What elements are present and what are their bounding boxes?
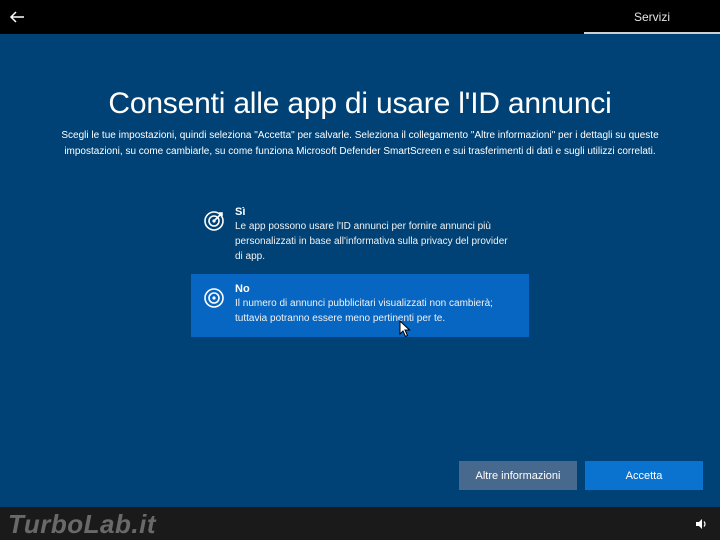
more-info-button[interactable]: Altre informazioni xyxy=(459,461,577,490)
tab-services[interactable]: Servizi xyxy=(584,0,720,34)
target-icon xyxy=(203,287,225,309)
option-no-title: No xyxy=(235,282,515,296)
page-description: Scegli le tue impostazioni, quindi selez… xyxy=(40,128,680,160)
option-yes[interactable]: Sì Le app possono usare l'ID annunci per… xyxy=(191,197,529,269)
back-button[interactable] xyxy=(6,6,28,28)
arrow-left-icon xyxy=(6,6,28,28)
top-bar: Servizi xyxy=(0,0,720,34)
tab-services-label: Servizi xyxy=(584,10,720,24)
option-yes-title: Sì xyxy=(235,205,515,219)
mouse-cursor-icon xyxy=(399,320,411,338)
tab-underline xyxy=(584,32,720,34)
volume-button[interactable] xyxy=(695,517,709,529)
volume-icon xyxy=(695,518,709,530)
option-yes-description: Le app possono usare l'ID annunci per fo… xyxy=(235,219,515,264)
watermark-logo: TurboLab.it xyxy=(8,509,156,540)
target-check-icon xyxy=(203,210,225,232)
page-title: Consenti alle app di usare l'ID annunci xyxy=(0,87,720,121)
option-no-description: Il numero di annunci pubblicitari visual… xyxy=(235,296,515,326)
option-no[interactable]: No Il numero di annunci pubblicitari vis… xyxy=(191,274,529,337)
accept-button[interactable]: Accetta xyxy=(585,461,703,490)
